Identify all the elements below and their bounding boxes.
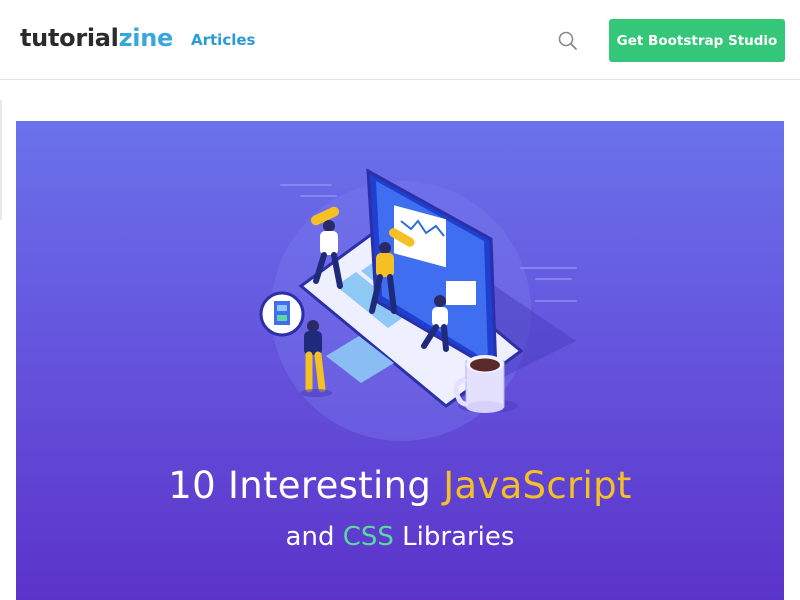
logo-text-main: tutorial — [20, 24, 119, 52]
nav-articles-link[interactable]: Articles — [191, 30, 255, 50]
hero-title-highlight: JavaScript — [443, 464, 632, 507]
site-logo[interactable]: tutorialzine — [20, 22, 173, 54]
hero-banner[interactable]: 10 Interesting JavaScript and CSS Librar… — [16, 121, 784, 600]
site-header: tutorialzine Articles Get Bootstrap Stud… — [0, 0, 800, 80]
hero-title-text: 10 Interesting — [168, 464, 444, 507]
hero-subtitle: and CSS Libraries — [16, 519, 784, 555]
get-bootstrap-studio-button[interactable]: Get Bootstrap Studio — [609, 19, 785, 62]
hero-subtitle-text-1: and — [285, 522, 343, 552]
page-edge-divider — [0, 100, 2, 220]
search-icon — [558, 31, 577, 50]
hero-illustration — [259, 168, 577, 441]
logo-text-accent: zine — [118, 24, 174, 52]
hero-subtitle-highlight: CSS — [342, 522, 394, 552]
hero-subtitle-text-2: Libraries — [393, 522, 515, 552]
hero-title: 10 Interesting JavaScript — [16, 462, 784, 510]
search-button[interactable] — [556, 29, 580, 53]
